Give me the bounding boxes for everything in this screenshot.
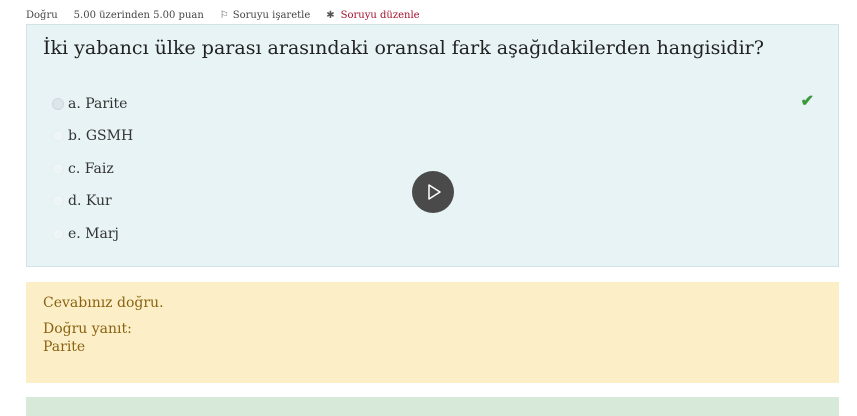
video-play-button[interactable] bbox=[412, 171, 454, 213]
question-text: İki yabancı ülke parası arasındaki orans… bbox=[43, 37, 764, 59]
edit-question-label[interactable]: Soruyu düzenle bbox=[341, 10, 420, 21]
radio-button[interactable] bbox=[52, 195, 64, 207]
right-answer-value: Parite bbox=[43, 339, 86, 355]
feedback-box: Cevabınız doğru. Doğru yanıt: Parite bbox=[26, 282, 839, 383]
gear-icon: ✱ bbox=[326, 9, 335, 21]
answer-option-e[interactable]: e. Marj bbox=[52, 223, 119, 245]
answer-label: c. Faiz bbox=[68, 161, 114, 177]
question-state: Doğru bbox=[26, 9, 58, 21]
answer-label: d. Kur bbox=[68, 193, 112, 209]
edit-question-link[interactable]: ✱ Soruyu düzenle bbox=[326, 10, 419, 21]
question-grade: 5.00 üzerinden 5.00 puan bbox=[73, 9, 204, 21]
answer-label: a. Parite bbox=[68, 96, 128, 112]
flag-icon: ⚐ bbox=[219, 9, 229, 21]
flag-question-label: Soruyu işaretle bbox=[232, 9, 311, 21]
feedback-message: Cevabınız doğru. bbox=[43, 295, 164, 311]
answer-option-b[interactable]: b. GSMH bbox=[52, 125, 133, 147]
check-icon: ✔ bbox=[800, 91, 814, 110]
question-info-bar: Doğru 5.00 üzerinden 5.00 puan ⚐ Soruyu … bbox=[26, 7, 436, 23]
question-box: İki yabancı ülke parası arasındaki orans… bbox=[26, 24, 839, 267]
next-question-strip bbox=[26, 397, 839, 416]
radio-button[interactable] bbox=[52, 98, 64, 110]
flag-question-toggle[interactable]: ⚐ Soruyu işaretle bbox=[220, 10, 310, 21]
radio-button[interactable] bbox=[52, 228, 64, 240]
radio-button[interactable] bbox=[52, 130, 64, 142]
answer-option-a[interactable]: a. Parite bbox=[52, 93, 127, 115]
answer-label: e. Marj bbox=[68, 226, 119, 242]
answer-option-d[interactable]: d. Kur bbox=[52, 190, 112, 212]
answer-option-c[interactable]: c. Faiz bbox=[52, 158, 114, 180]
answer-label: b. GSMH bbox=[68, 128, 134, 144]
radio-button[interactable] bbox=[52, 163, 64, 175]
right-answer-label: Doğru yanıt: bbox=[43, 321, 132, 337]
play-icon bbox=[428, 184, 441, 200]
